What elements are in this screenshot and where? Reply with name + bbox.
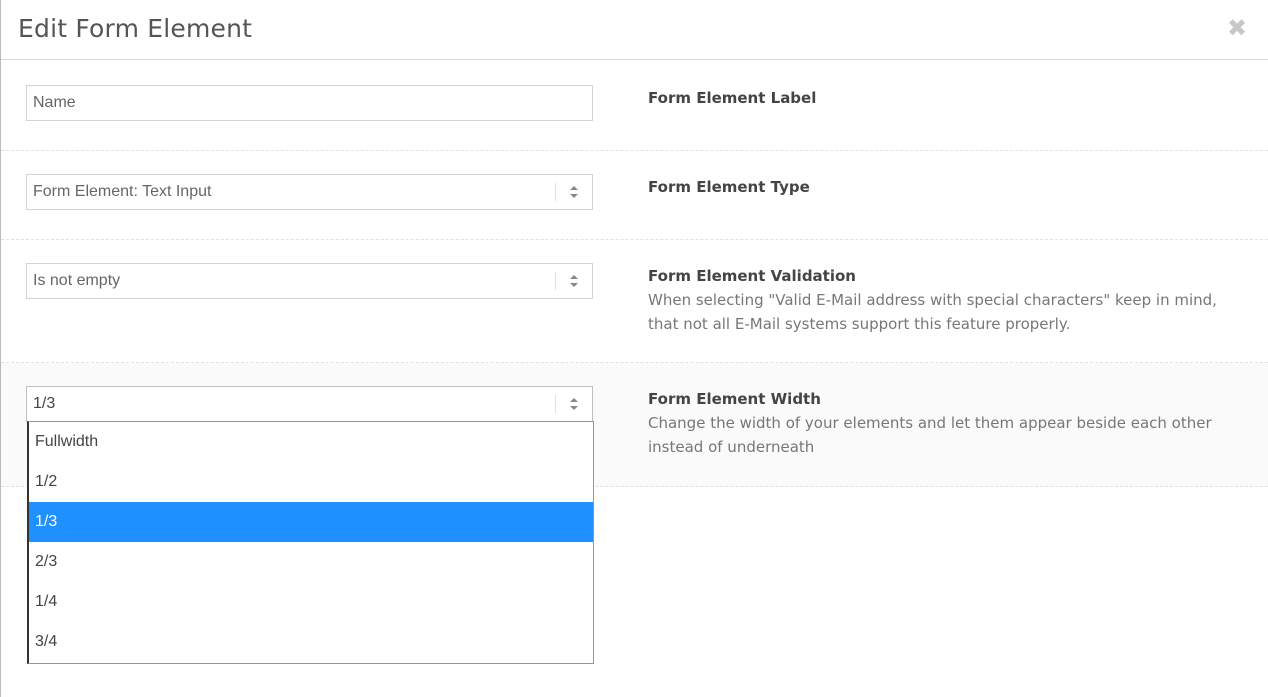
form-row-label: Name Form Element Label (1, 61, 1268, 151)
modal-header: Edit Form Element ✖ (1, 0, 1268, 60)
edit-form-element-modal: Edit Form Element ✖ Name Form Element La… (0, 0, 1268, 697)
type-select-value: Form Element: Text Input (33, 183, 212, 200)
type-description: Form Element Type (648, 175, 1248, 199)
width-dropdown-list: Fullwidth 1/2 1/3 2/3 1/4 3/4 (27, 421, 594, 664)
validation-select[interactable]: Is not empty (26, 263, 593, 299)
width-help-text: Change the width of your elements and le… (648, 414, 1212, 456)
dropdown-option[interactable]: 1/4 (29, 582, 593, 622)
validation-help-text: When selecting "Valid E-Mail address wit… (648, 291, 1217, 333)
label-input[interactable]: Name (26, 85, 593, 121)
sort-arrows-icon (555, 395, 592, 413)
width-heading: Form Element Width (648, 390, 821, 408)
dropdown-option[interactable]: 1/2 (29, 462, 593, 502)
width-select[interactable]: 1/3 (26, 386, 593, 422)
label-heading: Form Element Label (648, 89, 817, 107)
dropdown-option-selected[interactable]: 1/3 (29, 502, 593, 542)
type-heading: Form Element Type (648, 178, 810, 196)
dropdown-option[interactable]: 2/3 (29, 542, 593, 582)
sort-arrows-icon (555, 183, 592, 201)
type-select[interactable]: Form Element: Text Input (26, 174, 593, 210)
dropdown-option[interactable]: 3/4 (29, 622, 593, 662)
sort-arrows-icon (555, 272, 592, 290)
validation-select-value: Is not empty (33, 272, 121, 289)
dropdown-option[interactable]: Fullwidth (29, 422, 593, 462)
modal-title: Edit Form Element (18, 14, 253, 43)
form-row-validation: Is not empty Form Element Validation Whe… (1, 240, 1268, 363)
validation-heading: Form Element Validation (648, 267, 856, 285)
label-description: Form Element Label (648, 86, 1248, 110)
form-row-type: Form Element: Text Input Form Element Ty… (1, 151, 1268, 240)
close-icon[interactable]: ✖ (1226, 16, 1248, 40)
validation-description: Form Element Validation When selecting "… (648, 264, 1248, 336)
width-description: Form Element Width Change the width of y… (648, 387, 1248, 459)
width-select-value: 1/3 (33, 395, 56, 412)
